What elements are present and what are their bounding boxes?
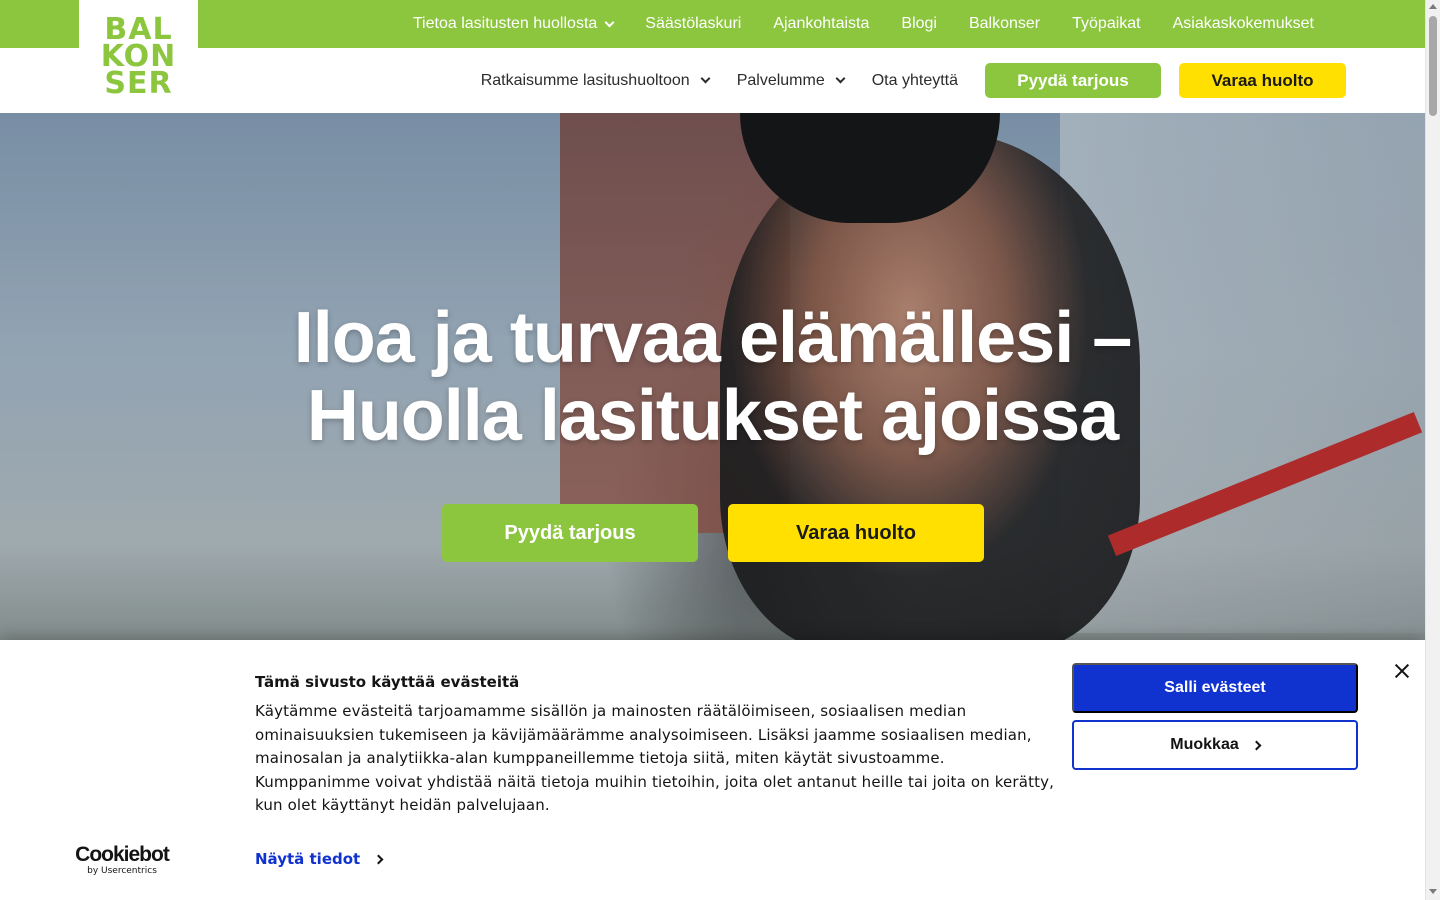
show-details-label: Näytä tiedot	[255, 850, 361, 868]
topnav-item-balkonser[interactable]: Balkonser	[953, 0, 1056, 48]
logo-line-3: SER	[104, 66, 173, 101]
hero-title-line-2: Huolla lasitukset ajoissa	[306, 376, 1119, 456]
topnav-item-blogi[interactable]: Blogi	[885, 0, 953, 48]
scrollbar-thumb[interactable]	[1429, 16, 1437, 116]
hero-title: Iloa ja turvaa elämällesi – Huolla lasit…	[0, 299, 1425, 455]
hero-title-line-1: Iloa ja turvaa elämällesi –	[293, 298, 1132, 378]
hero-buttons: Pyydä tarjous Varaa huolto	[442, 504, 984, 562]
chevron-right-icon	[373, 854, 384, 864]
show-details-link[interactable]: Näytä tiedot	[255, 850, 384, 868]
mainnav-item-ota-yhteytta[interactable]: Ota yhteyttä	[872, 72, 958, 90]
cookiebot-logo[interactable]: Cookiebot by Usercentrics	[70, 843, 174, 877]
mainnav-item-palvelumme[interactable]: Palvelumme	[736, 71, 846, 90]
close-icon[interactable]	[1391, 660, 1413, 682]
cookie-banner: Tämä sivusto käyttää evästeitä Käytämme …	[0, 640, 1425, 900]
scroll-up-arrow-icon[interactable]	[1429, 4, 1437, 9]
header-quote-button[interactable]: Pyydä tarjous	[985, 63, 1161, 98]
scroll-down-arrow-icon[interactable]	[1429, 889, 1437, 894]
cookie-banner-text: Käytämme evästeitä tarjoamamme sisällön …	[255, 702, 1055, 814]
cookie-banner-title: Tämä sivusto käyttää evästeitä	[255, 673, 520, 691]
page-scrollbar[interactable]	[1425, 0, 1440, 900]
main-navigation: Ratkaisumme lasitushuoltoon Palvelumme O…	[481, 63, 1346, 98]
mainnav-item-label: Palvelumme	[736, 71, 825, 89]
chevron-down-icon	[700, 73, 711, 84]
customize-label: Muokkaa	[1170, 736, 1239, 753]
allow-cookies-button[interactable]: Salli evästeet	[1072, 663, 1358, 713]
top-bar: Tietoa lasitusten huollosta Säästölaskur…	[0, 0, 1425, 48]
topnav-item-tyopaikat[interactable]: Työpaikat	[1056, 0, 1156, 48]
topnav-item-label: Tietoa lasitusten huollosta	[412, 15, 598, 32]
top-navigation: Tietoa lasitusten huollosta Säästölaskur…	[397, 0, 1330, 48]
topnav-item-asiakaskokemukset[interactable]: Asiakaskokemukset	[1157, 0, 1330, 48]
hero-service-button[interactable]: Varaa huolto	[728, 504, 984, 562]
topnav-item-saastolaskuri[interactable]: Säästölaskuri	[629, 0, 757, 48]
cookiebot-brand-sub: by Usercentrics	[87, 866, 157, 876]
chevron-down-icon	[835, 73, 846, 84]
main-header: Ratkaisumme lasitushuoltoon Palvelumme O…	[0, 48, 1425, 113]
topnav-item-ajankohtaista[interactable]: Ajankohtaista	[757, 0, 885, 48]
cookiebot-brand: Cookiebot	[75, 843, 170, 866]
customize-cookies-button[interactable]: Muokkaa	[1072, 720, 1358, 770]
site-logo[interactable]: BAL KON SER	[79, 0, 198, 113]
chevron-right-icon	[1251, 740, 1262, 750]
mainnav-item-label: Ratkaisumme lasitushuoltoon	[480, 71, 690, 89]
hero-quote-button[interactable]: Pyydä tarjous	[442, 504, 698, 562]
topnav-item-tietoa[interactable]: Tietoa lasitusten huollosta	[397, 0, 629, 48]
chevron-down-icon	[604, 17, 615, 27]
mainnav-item-ratkaisumme[interactable]: Ratkaisumme lasitushuoltoon	[480, 71, 711, 90]
header-service-button[interactable]: Varaa huolto	[1179, 63, 1346, 98]
